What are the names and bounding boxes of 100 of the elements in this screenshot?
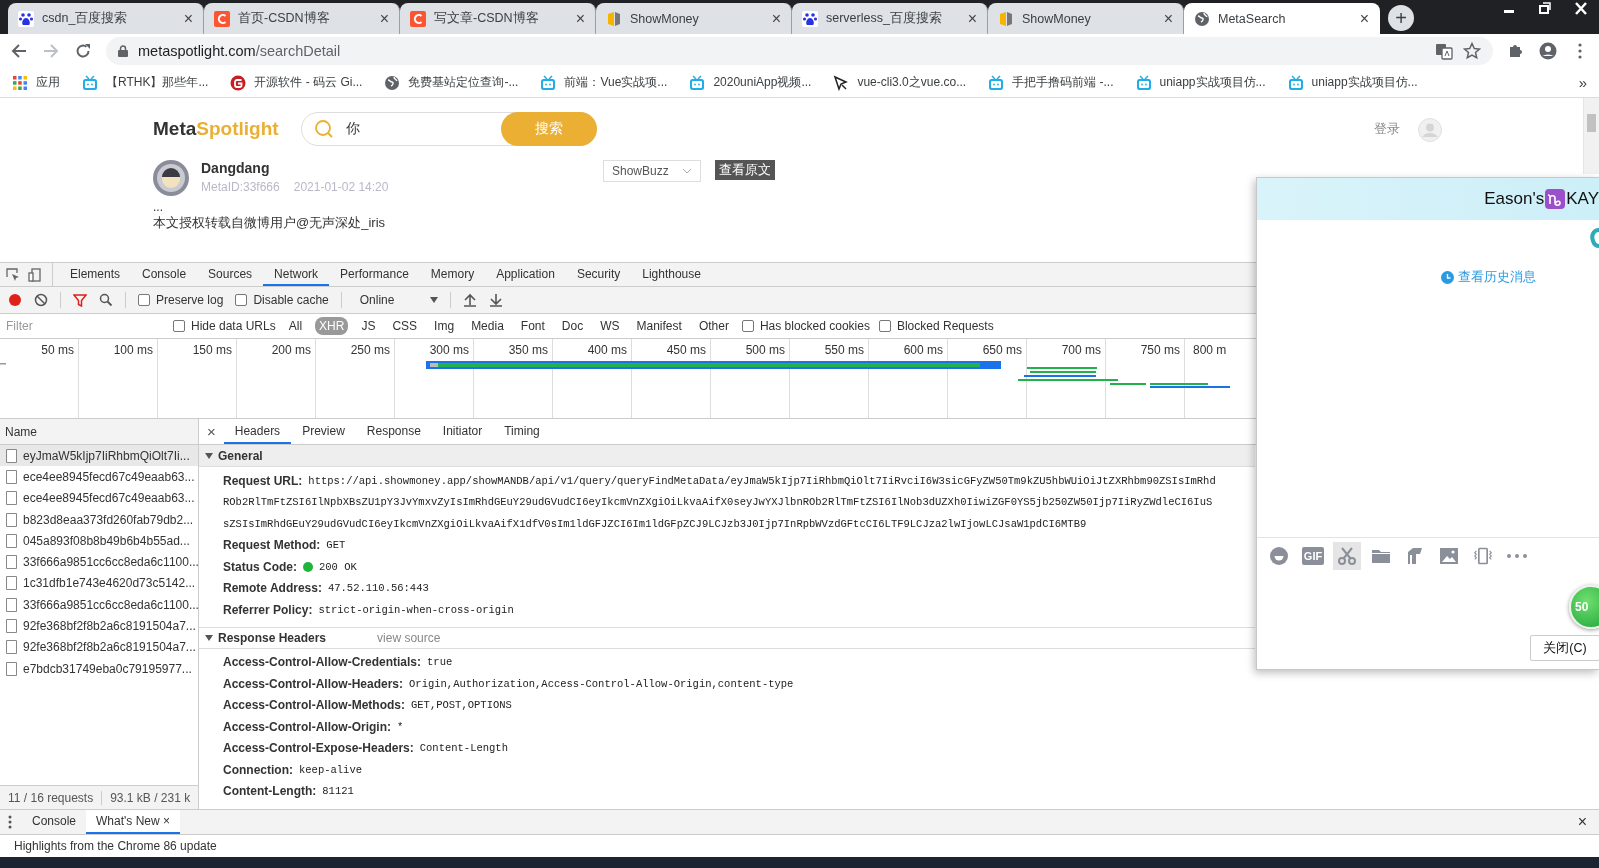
close-button[interactable]: × [205,419,224,444]
back-icon[interactable] [10,42,28,60]
request-row[interactable]: 92fe368bf2f8b2a6c8191504a7... [0,636,198,658]
browser-tab[interactable]: serverless_百度搜索 × [792,3,988,34]
type-filter[interactable]: WS [596,317,624,335]
browser-tab[interactable]: 写文章-CSDN博客 × [400,3,596,34]
checkbox[interactable] [741,320,754,332]
expand-triangle-icon[interactable] [205,451,213,460]
type-filter[interactable]: CSS [388,317,422,335]
address-field[interactable]: metaspotlight.com/searchDetail [106,37,1493,65]
close-button[interactable]: × [1565,810,1599,834]
view-original-button[interactable]: 查看原文 [715,160,775,180]
translate-icon[interactable] [1435,42,1453,60]
tab-close-button[interactable]: × [771,9,781,28]
search-field[interactable]: 你 搜索 [300,112,597,146]
devtools-tab[interactable]: Application [485,263,566,286]
checkbox[interactable] [173,320,185,332]
drawer-tab[interactable]: What's New × [86,810,181,834]
upload-icon[interactable] [462,293,477,307]
browser-tab[interactable]: csdn_百度搜索 × [8,3,204,34]
bookmark[interactable]: vue-cli3.0之vue.co... [833,74,967,91]
type-filter[interactable]: Media [467,317,508,335]
tab-close-button[interactable]: × [1359,9,1369,28]
detail-tab[interactable]: Preview [291,419,356,444]
more-bookmarks-button[interactable]: » [1578,74,1587,91]
bookmark[interactable]: uniapp实战项目仿... [1135,74,1266,91]
drawer-tab[interactable]: Console [22,810,87,834]
download-icon[interactable] [488,293,503,307]
checkbox-label[interactable]: Hide data URLs [173,319,276,333]
request-row[interactable]: 1c31dfb1e743e4620d73c5142... [0,572,198,595]
devtools-tab[interactable]: Lighthouse [631,263,712,286]
detail-tab[interactable]: Timing [493,419,551,444]
devtools-tab[interactable]: Memory [419,263,486,286]
type-filter[interactable]: Font [516,317,549,335]
checkbox-label[interactable]: Has blocked cookies [741,319,870,333]
browser-tab[interactable]: 首页-CSDN博客 × [204,3,400,34]
search-icon[interactable] [99,293,113,307]
bookmark[interactable]: 开源软件 - 码云 Gi... [230,74,363,91]
checkbox-label[interactable]: Preserve log [138,293,224,307]
device-icon[interactable] [28,267,42,282]
throttling-dropdown[interactable]: Online [359,293,438,307]
type-filter[interactable]: Other [694,317,733,335]
tab-close-button[interactable]: × [183,9,193,28]
detail-tab[interactable]: Initiator [431,419,494,444]
request-row[interactable]: ece4ee8945fecd67c49eaab63... [0,466,198,488]
tab-close-button[interactable]: × [575,9,585,28]
clear-icon[interactable] [34,293,48,307]
request-row[interactable]: e7bdcb31749eba0c79195977... [0,657,198,680]
type-filter[interactable]: Doc [557,317,588,335]
inspect-icon[interactable] [6,267,20,282]
bookmark[interactable]: 免费基站定位查询-... [384,74,519,91]
close-button[interactable]: 关闭(C) [1530,635,1599,661]
request-row[interactable]: b823d8eaa373fd260fab79db2... [0,508,198,531]
request-row[interactable]: eyJmaW5kIjp7IiRhbmQiOlt7Ii... [0,445,198,467]
section-header[interactable]: Response Headers view source [199,626,1255,649]
section-header[interactable]: General [199,445,1255,467]
more-icon[interactable] [8,815,12,829]
profile-icon[interactable] [1539,42,1557,60]
phone-icon[interactable] [1589,228,1599,248]
request-row[interactable]: ece4ee8945fecd67c49eaab63... [0,487,198,509]
bookmark[interactable]: 【RTHK】那些年... [82,74,209,91]
bookmark[interactable]: 2020uniApp视频... [689,74,812,91]
devtools-tab[interactable]: Performance [329,263,420,286]
login-link[interactable]: 登录 [1374,120,1400,138]
new-tab-button[interactable]: + [1388,5,1414,31]
bookmark[interactable]: uniapp实战项目仿... [1287,74,1418,91]
record-icon[interactable] [8,293,22,307]
detail-tab[interactable]: Response [355,419,432,444]
devtools-tab[interactable]: Elements [59,263,132,286]
request-row[interactable]: 92fe368bf2f8b2a6c8191504a7... [0,615,198,637]
devtools-tab[interactable]: Security [565,263,632,286]
tab-close-button[interactable]: × [379,9,389,28]
scrollbar[interactable] [1583,98,1599,174]
devtools-tab[interactable]: Console [131,263,198,286]
checkbox-label[interactable]: Disable cache [235,293,329,307]
column-header[interactable]: Name [5,424,37,439]
tab-close-button[interactable]: × [1163,9,1173,28]
filter-icon[interactable] [73,293,87,307]
type-filter[interactable]: All [284,317,307,335]
expand-triangle-icon[interactable] [205,633,213,642]
checkbox[interactable] [138,294,150,306]
request-row[interactable]: 33f666a9851cc6cc8eda6c1100... [0,551,198,573]
devtools-tab[interactable]: Sources [197,263,264,286]
type-filter[interactable]: Img [430,317,459,335]
tab-close-button[interactable]: × [967,9,977,28]
star-icon[interactable] [1463,42,1481,60]
type-filter[interactable]: Manifest [632,317,686,335]
checkbox[interactable] [878,320,891,332]
source-dropdown[interactable]: ShowBuzz [603,160,701,182]
puzzle-icon[interactable] [1507,42,1525,60]
browser-tab[interactable]: ShowMoney × [596,3,792,34]
browser-tab[interactable]: MetaSearch × [1184,3,1380,34]
checkbox[interactable] [235,294,248,306]
reload-icon[interactable] [74,42,92,60]
bookmark[interactable]: 应用 [12,74,60,91]
request-row[interactable]: 33f666a9851cc6cc8eda6c1100... [0,594,198,616]
view-source-link[interactable]: view source [377,630,441,645]
request-row[interactable]: 045a893f08b8b49b6b4b55ad... [0,530,198,552]
browser-tab[interactable]: ShowMoney × [988,3,1184,34]
type-filter[interactable]: JS [357,317,380,335]
